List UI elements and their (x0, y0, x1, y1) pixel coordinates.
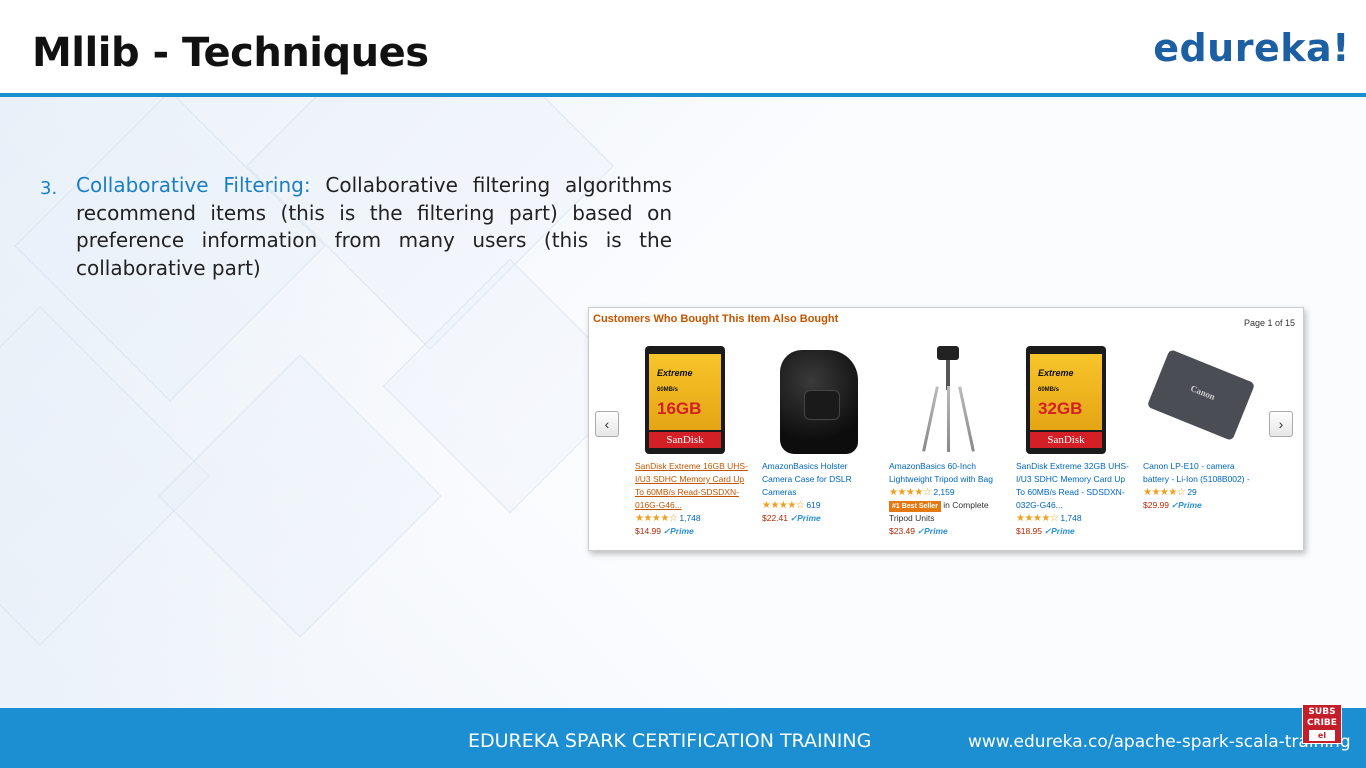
prime-icon: ✓Prime (663, 526, 694, 536)
bullet-number: 3. (40, 178, 58, 199)
prime-icon: ✓Prime (917, 526, 948, 536)
star-rating-icon: ★★★★☆ (1016, 513, 1059, 524)
carousel-prev-button[interactable]: ‹ (595, 411, 619, 437)
product-price: $29.99 (1143, 500, 1169, 510)
sd-card-image: Extreme 60MB/s 16GB SanDisk (645, 346, 725, 454)
product-rating[interactable]: ★★★★☆ 1,748 (635, 512, 753, 525)
product-image[interactable]: Extreme 60MB/s 32GB SanDisk (1016, 342, 1134, 456)
edureka-logo: edureka! (1153, 26, 1350, 70)
product-title-link[interactable]: Canon LP-E10 - camera battery - Li-Ion (… (1143, 460, 1261, 486)
page-indicator: Page 1 of 15 (1243, 318, 1295, 328)
sd-card-image: Extreme 60MB/s 32GB SanDisk (1026, 346, 1106, 454)
prime-icon: ✓Prime (1044, 526, 1075, 536)
sd-card-line: Extreme (1038, 368, 1074, 378)
camera-bag-pocket (804, 390, 840, 420)
sd-card-capacity: 16GB (657, 399, 702, 418)
product-image[interactable] (889, 342, 1007, 456)
product-title-link[interactable]: AmazonBasics Holster Camera Case for DSL… (762, 460, 880, 499)
prime-icon: ✓Prime (1171, 500, 1202, 510)
sd-card-speed: 60MB/s (657, 387, 679, 393)
product-price: $18.95 (1016, 526, 1042, 536)
tripod-leg (958, 386, 975, 452)
product-card[interactable]: Extreme 60MB/s 16GB SanDisk SanDisk Extr… (635, 342, 753, 538)
sd-card-brand: SanDisk (649, 432, 721, 448)
battery-image: Canon (1146, 349, 1256, 441)
product-card[interactable]: AmazonBasics Holster Camera Case for DSL… (762, 342, 880, 525)
subscribe-button[interactable]: SUBS CRIBE el (1302, 704, 1342, 744)
subscribe-label: SUBS CRIBE (1307, 707, 1337, 728)
product-card[interactable]: AmazonBasics 60-Inch Lightweight Tripod … (889, 342, 1007, 538)
tripod-leg (922, 386, 939, 452)
bullet-text: Collaborative Filtering: Collaborative f… (76, 172, 672, 282)
slide-title: Mllib - Techniques (32, 30, 429, 76)
bullet-point: 3. Collaborative Filtering: Collaborativ… (40, 172, 680, 282)
product-title-link[interactable]: SanDisk Extreme 32GB UHS-I/U3 SDHC Memor… (1016, 460, 1134, 512)
product-title-link[interactable]: SanDisk Extreme 16GB UHS-I/U3 SDHC Memor… (635, 460, 753, 512)
recommendations-heading: Customers Who Bought This Item Also Boug… (593, 313, 839, 325)
review-count[interactable]: 2,159 (933, 487, 954, 497)
product-image[interactable] (762, 342, 880, 456)
product-title-link[interactable]: AmazonBasics 60-Inch Lightweight Tripod … (889, 460, 1007, 486)
review-count[interactable]: 619 (806, 500, 820, 510)
sd-card-speed: 60MB/s (1038, 387, 1060, 393)
battery-brand: Canon (1189, 383, 1217, 402)
product-image[interactable]: Canon (1143, 342, 1261, 456)
prime-icon: ✓Prime (790, 513, 821, 523)
carousel-next-button[interactable]: › (1269, 411, 1293, 437)
course-url[interactable]: www.edureka.co/apache-spark-scala-traini… (968, 732, 1358, 752)
review-count[interactable]: 29 (1187, 487, 1196, 497)
slide-header: Mllib - Techniques edureka! (0, 0, 1366, 97)
sd-card-brand: SanDisk (1030, 432, 1102, 448)
subscribe-icon: el (1309, 730, 1335, 741)
product-card[interactable]: Canon Canon LP-E10 - camera battery - Li… (1143, 342, 1261, 512)
review-count[interactable]: 1,748 (679, 513, 700, 523)
product-price: $22.41 (762, 513, 788, 523)
product-rating[interactable]: ★★★★☆ 1,748 (1016, 512, 1134, 525)
best-seller-badge[interactable]: #1 Best Seller (889, 501, 941, 512)
header-divider (0, 93, 1366, 97)
star-rating-icon: ★★★★☆ (635, 513, 678, 524)
star-rating-icon: ★★★★☆ (1143, 487, 1186, 498)
star-rating-icon: ★★★★☆ (889, 487, 932, 498)
course-title: EDUREKA SPARK CERTIFICATION TRAINING (468, 730, 872, 752)
sd-card-capacity: 32GB (1038, 399, 1083, 418)
product-card[interactable]: Extreme 60MB/s 32GB SanDisk SanDisk Extr… (1016, 342, 1134, 538)
tripod-leg (947, 386, 950, 452)
star-rating-icon: ★★★★☆ (762, 500, 805, 511)
product-price: $14.99 (635, 526, 661, 536)
product-rating[interactable]: ★★★★☆ 619 (762, 499, 880, 512)
product-rating[interactable]: ★★★★☆ 2,159 (889, 486, 1007, 499)
bullet-highlight: Collaborative Filtering: (76, 173, 311, 197)
review-count[interactable]: 1,748 (1060, 513, 1081, 523)
product-rating[interactable]: ★★★★☆ 29 (1143, 486, 1261, 499)
chevron-right-icon: › (1278, 416, 1284, 432)
chevron-left-icon: ‹ (604, 416, 610, 432)
sd-card-line: Extreme (657, 368, 693, 378)
slide-footer: EDUREKA SPARK CERTIFICATION TRAINING www… (0, 708, 1366, 768)
amazon-recommendations-screenshot: Customers Who Bought This Item Also Boug… (588, 307, 1304, 551)
tripod-image (937, 346, 959, 360)
product-image[interactable]: Extreme 60MB/s 16GB SanDisk (635, 342, 753, 456)
product-price: $23.49 (889, 526, 915, 536)
